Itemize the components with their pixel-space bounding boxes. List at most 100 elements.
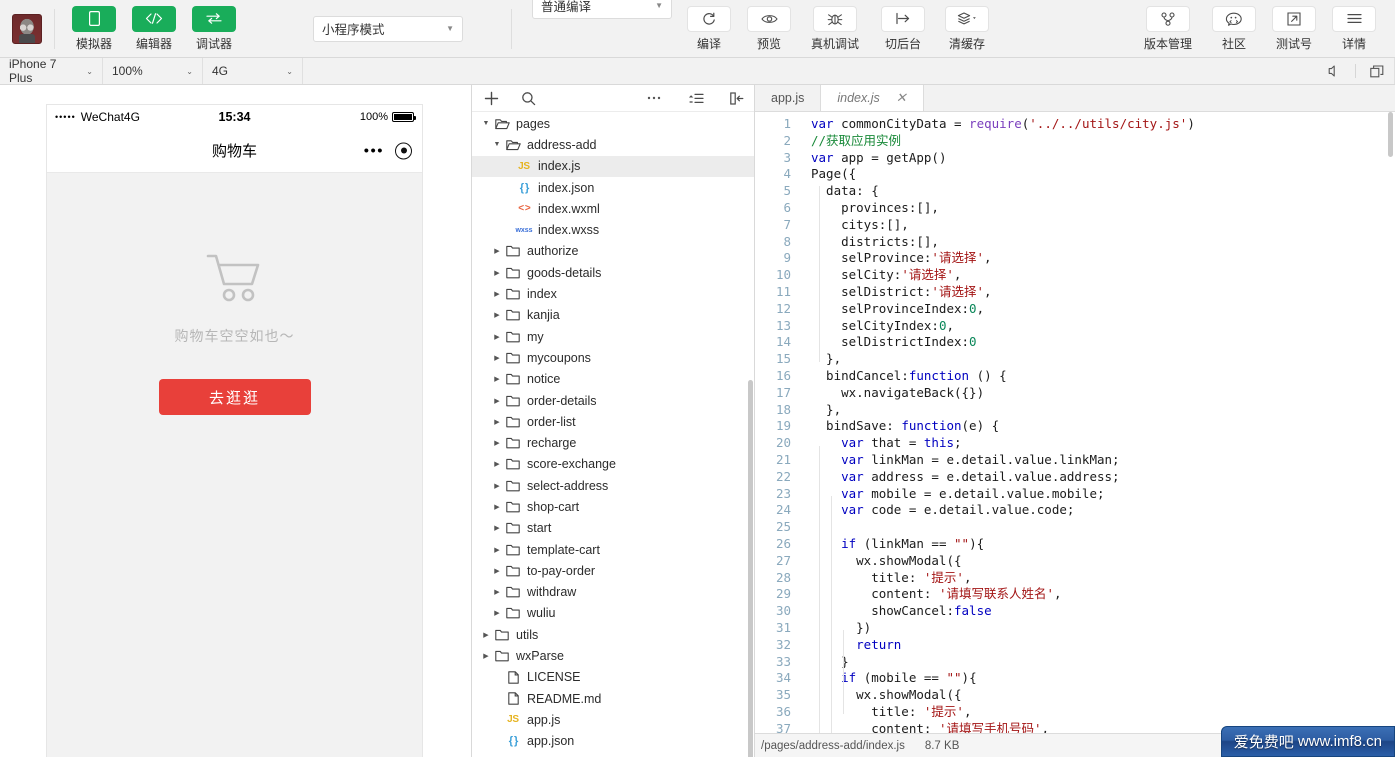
editor-button[interactable]: 编辑器 bbox=[131, 6, 177, 52]
editor-tab-app-js[interactable]: app.js bbox=[755, 85, 821, 111]
chevron-right-icon[interactable]: ▶ bbox=[491, 588, 503, 596]
chevron-right-icon[interactable]: ▶ bbox=[480, 652, 492, 660]
toggle-panel-icon[interactable] bbox=[730, 92, 744, 105]
chevron-right-icon[interactable]: ▶ bbox=[480, 631, 492, 639]
code-content[interactable]: var commonCityData = require('../../util… bbox=[799, 116, 1395, 733]
tree-item-utils[interactable]: ▶utils bbox=[472, 624, 754, 645]
tree-item-select-address[interactable]: ▶select-address bbox=[472, 475, 754, 496]
tree-item-recharge[interactable]: ▶recharge bbox=[472, 432, 754, 453]
chevron-right-icon[interactable]: ▶ bbox=[491, 460, 503, 468]
file-tree-scrollbar[interactable] bbox=[748, 380, 753, 757]
watermark-url: www.imf8.cn bbox=[1298, 733, 1382, 750]
real-device-debug-button[interactable]: 真机调试 bbox=[806, 6, 864, 52]
tree-item-score-exchange[interactable]: ▶score-exchange bbox=[472, 454, 754, 475]
version-control-button[interactable]: 版本管理 bbox=[1139, 6, 1197, 52]
chevron-right-icon[interactable]: ▶ bbox=[491, 311, 503, 319]
tree-item-index-wxml[interactable]: < >index.wxml bbox=[472, 198, 754, 219]
code-editor[interactable]: 1234567891011121314151617181920212223242… bbox=[755, 112, 1395, 733]
tree-item-address-add[interactable]: ▼address-add bbox=[472, 134, 754, 155]
compile-mode-select[interactable]: 普通编译 ▼ bbox=[532, 0, 672, 19]
chevron-right-icon[interactable]: ▶ bbox=[491, 439, 503, 447]
chevron-right-icon[interactable]: ▶ bbox=[491, 397, 503, 405]
tree-item-start[interactable]: ▶start bbox=[472, 518, 754, 539]
chevron-right-icon[interactable]: ▶ bbox=[491, 247, 503, 255]
chevron-right-icon[interactable]: ▶ bbox=[491, 418, 503, 426]
close-icon[interactable]: ✕ bbox=[896, 90, 907, 106]
code-column[interactable]: var commonCityData = require('../../util… bbox=[799, 112, 1395, 733]
tree-item-my[interactable]: ▶my bbox=[472, 326, 754, 347]
folder-icon bbox=[503, 373, 523, 385]
tree-item-order-details[interactable]: ▶order-details bbox=[472, 390, 754, 411]
code-line: }, bbox=[811, 351, 1395, 368]
target-icon[interactable] bbox=[395, 142, 412, 159]
tree-item-wxParse[interactable]: ▶wxParse bbox=[472, 645, 754, 666]
code-line bbox=[811, 519, 1395, 536]
chevron-down-icon[interactable]: ▼ bbox=[491, 141, 503, 148]
tree-item-notice[interactable]: ▶notice bbox=[472, 369, 754, 390]
compile-button[interactable]: 编译 bbox=[686, 6, 732, 52]
tree-item-mycoupons[interactable]: ▶mycoupons bbox=[472, 347, 754, 368]
tree-item-kanjia[interactable]: ▶kanjia bbox=[472, 305, 754, 326]
tree-item-index-wxss[interactable]: wxssindex.wxss bbox=[472, 219, 754, 240]
subbar-divider bbox=[1355, 64, 1356, 78]
chevron-right-icon[interactable]: ▶ bbox=[491, 567, 503, 575]
add-icon[interactable] bbox=[484, 91, 499, 106]
tree-item-template-cart[interactable]: ▶template-cart bbox=[472, 539, 754, 560]
folder-open-icon bbox=[503, 139, 523, 151]
more-icon[interactable] bbox=[647, 96, 661, 100]
user-avatar[interactable] bbox=[12, 14, 42, 44]
editor-tab-index-js[interactable]: index.js✕ bbox=[821, 85, 923, 111]
network-select[interactable]: 4G ⌄ bbox=[203, 58, 303, 84]
tree-item-shop-cart[interactable]: ▶shop-cart bbox=[472, 496, 754, 517]
window-icon[interactable] bbox=[1370, 65, 1384, 78]
chevron-right-icon[interactable]: ▶ bbox=[491, 609, 503, 617]
chevron-right-icon[interactable]: ▶ bbox=[491, 546, 503, 554]
chevron-down-icon[interactable]: ▼ bbox=[480, 120, 492, 127]
tree-item-app-js[interactable]: JSapp.js bbox=[472, 709, 754, 730]
tree-item-index-js[interactable]: JSindex.js bbox=[472, 156, 754, 177]
avatar-container[interactable] bbox=[0, 14, 54, 44]
tree-item-index-json[interactable]: { }index.json bbox=[472, 177, 754, 198]
chevron-right-icon[interactable]: ▶ bbox=[491, 482, 503, 490]
tree-item-LICENSE[interactable]: LICENSE bbox=[472, 667, 754, 688]
line-number: 1 bbox=[755, 116, 791, 133]
chevron-right-icon[interactable]: ▶ bbox=[491, 269, 503, 277]
preview-button[interactable]: 预览 bbox=[746, 6, 792, 52]
background-button[interactable]: 切后台 bbox=[878, 6, 928, 52]
collapse-all-icon[interactable] bbox=[689, 93, 704, 104]
tree-item-pages[interactable]: ▼pages bbox=[472, 113, 754, 134]
tree-item-goods-details[interactable]: ▶goods-details bbox=[472, 262, 754, 283]
details-button[interactable]: 详情 bbox=[1331, 6, 1377, 52]
js-file-icon: JS bbox=[503, 714, 523, 725]
community-button[interactable]: 社区 bbox=[1211, 6, 1257, 52]
mute-icon[interactable] bbox=[1328, 65, 1341, 77]
more-icon[interactable]: ••• bbox=[364, 143, 384, 158]
tree-item-README-md[interactable]: README.md bbox=[472, 688, 754, 709]
zoom-select[interactable]: 100% ⌄ bbox=[103, 58, 203, 84]
tree-item-app-wxss[interactable]: wxssapp.wxss bbox=[472, 752, 754, 757]
file-tree-list[interactable]: ▼pages▼address-addJSindex.js{ }index.jso… bbox=[472, 112, 754, 757]
chevron-right-icon[interactable]: ▶ bbox=[491, 333, 503, 341]
tree-item-to-pay-order[interactable]: ▶to-pay-order bbox=[472, 560, 754, 581]
tree-item-index[interactable]: ▶index bbox=[472, 283, 754, 304]
code-line: var address = e.detail.value.address; bbox=[811, 469, 1395, 486]
chevron-right-icon[interactable]: ▶ bbox=[491, 503, 503, 511]
editor-scrollbar[interactable] bbox=[1388, 112, 1393, 157]
chevron-right-icon[interactable]: ▶ bbox=[491, 375, 503, 383]
debugger-button[interactable]: 调试器 bbox=[191, 6, 237, 52]
test-account-button[interactable]: 测试号 bbox=[1271, 6, 1317, 52]
tree-item-order-list[interactable]: ▶order-list bbox=[472, 411, 754, 432]
go-shopping-button[interactable]: 去逛逛 bbox=[159, 379, 311, 415]
tree-item-wuliu[interactable]: ▶wuliu bbox=[472, 603, 754, 624]
chevron-right-icon[interactable]: ▶ bbox=[491, 290, 503, 298]
simulator-button[interactable]: 模拟器 bbox=[71, 6, 117, 52]
tree-item-app-json[interactable]: { }app.json bbox=[472, 731, 754, 752]
tree-item-authorize[interactable]: ▶authorize bbox=[472, 241, 754, 262]
clear-cache-button[interactable]: 清缓存 bbox=[942, 6, 992, 52]
chevron-right-icon[interactable]: ▶ bbox=[491, 524, 503, 532]
mode-select[interactable]: 小程序模式 ▼ bbox=[313, 16, 463, 42]
tree-item-withdraw[interactable]: ▶withdraw bbox=[472, 582, 754, 603]
search-icon[interactable] bbox=[521, 91, 536, 106]
device-select[interactable]: iPhone 7 Plus ⌄ bbox=[0, 58, 103, 84]
chevron-right-icon[interactable]: ▶ bbox=[491, 354, 503, 362]
